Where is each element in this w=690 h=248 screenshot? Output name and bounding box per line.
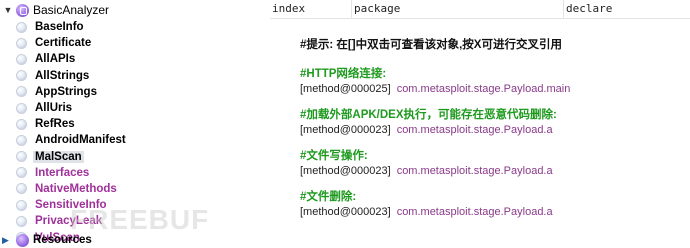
class-link[interactable]: com.metasploit.stage.Payload.a xyxy=(397,206,553,218)
tree-item-baseinfo[interactable]: BaseInfo xyxy=(16,19,128,35)
method-id[interactable]: [method@000023] xyxy=(300,165,391,177)
bullet-icon xyxy=(16,70,27,82)
tree-item-allapis[interactable]: AllAPIs xyxy=(16,51,128,67)
bullet-icon xyxy=(16,86,27,98)
tree-item-refres[interactable]: RefRes xyxy=(16,116,128,132)
bullet-icon xyxy=(16,215,27,227)
bullet-icon xyxy=(16,102,27,114)
class-link[interactable]: com.metasploit.stage.Payload.main xyxy=(397,83,571,95)
table-header: index package declare xyxy=(270,0,690,19)
tree-item-appstrings[interactable]: AppStrings xyxy=(16,84,128,100)
analyzer-icon xyxy=(16,3,29,17)
result-section: #文件删除: [method@000023] com.metasploit.stag… xyxy=(300,190,570,220)
tree-node-label: Resources xyxy=(33,234,92,246)
result-sections: #HTTP网络连接: [method@000025] com.metasploit.… xyxy=(300,67,570,220)
bullet-icon xyxy=(16,167,27,179)
tree-item-label: RefRes xyxy=(35,118,75,131)
tree-item-alluris[interactable]: AllUris xyxy=(16,100,128,116)
column-header-index[interactable]: index xyxy=(270,0,352,18)
method-id[interactable]: [method@000025] xyxy=(300,83,391,95)
bullet-icon xyxy=(16,134,27,146)
class-link[interactable]: com.metasploit.stage.Payload.a xyxy=(397,124,553,136)
section-title: #加载外部APK/DEX执行，可能存在恶意代码删除: xyxy=(300,109,557,121)
tree-item-allstrings[interactable]: AllStrings xyxy=(16,68,128,84)
tree-root-label: BasicAnalyzer xyxy=(33,3,110,17)
tree-item-label: Certificate xyxy=(35,37,92,50)
analyzer-tree: ▼ BasicAnalyzer BaseInfo Certificate AllAP… xyxy=(0,0,270,248)
tree-item-label: NativeMethods xyxy=(35,182,117,195)
bullet-icon xyxy=(16,53,27,65)
result-section: #文件写操作: [method@000023] com.metasploit.sta… xyxy=(300,149,570,179)
method-reference: [method@000025] com.metasploit.stage.Payl… xyxy=(300,82,570,97)
malscan-result: #提示: 在[]中双击可查看该对象,按X可进行交叉引用 #HTTP网络连接: [m… xyxy=(300,36,570,231)
result-section: #加载外部APK/DEX执行，可能存在恶意代码删除: [method@000023… xyxy=(300,108,570,138)
tree-item-malscan[interactable]: MalScan xyxy=(16,149,128,165)
method-reference: [method@000023] com.metasploit.stage.Payl… xyxy=(300,164,570,179)
tree-item-label: AndroidManifest xyxy=(35,134,126,147)
tree-item-certificate[interactable]: Certificate xyxy=(16,35,128,51)
section-title: #HTTP网络连接: xyxy=(300,68,387,80)
tree-item-nativemethods[interactable]: NativeMethods xyxy=(16,181,128,197)
column-header-package[interactable]: package xyxy=(352,0,564,18)
tree-item-label: Interfaces xyxy=(35,166,90,179)
tree-item-label: AllUris xyxy=(35,102,73,115)
method-reference: [method@000023] com.metasploit.stage.Payl… xyxy=(300,123,570,138)
tree-item-label: AppStrings xyxy=(35,85,97,98)
bullet-icon xyxy=(16,37,27,49)
column-header-declare[interactable]: declare xyxy=(564,0,690,18)
tree-item-label: MalScan xyxy=(33,150,84,163)
tree-item-androidmanifest[interactable]: AndroidManifest xyxy=(16,132,128,148)
tree-item-label: AllAPIs xyxy=(35,53,76,66)
class-link[interactable]: com.metasploit.stage.Payload.a xyxy=(397,165,553,177)
bullet-icon xyxy=(16,118,27,130)
section-title: #文件删除: xyxy=(300,191,357,203)
collapse-arrow-icon[interactable]: ▼ xyxy=(2,4,14,16)
tree-item-label: AllStrings xyxy=(35,69,90,82)
tree-item-label: BaseInfo xyxy=(35,21,84,34)
tree-root-basicanalyzer[interactable]: ▼ BasicAnalyzer xyxy=(2,1,110,19)
method-id[interactable]: [method@000023] xyxy=(300,206,391,218)
tree-node-resources[interactable]: ▶ Resources xyxy=(2,232,92,248)
expand-arrow-icon[interactable]: ▶ xyxy=(2,235,14,246)
tree-item-interfaces[interactable]: Interfaces xyxy=(16,165,128,181)
resources-icon xyxy=(16,233,29,247)
bullet-icon xyxy=(16,21,27,33)
hint-text: #提示: 在[]中双击可查看该对象,按X可进行交叉引用 xyxy=(300,39,562,51)
bullet-icon xyxy=(16,151,27,163)
method-reference: [method@000023] com.metasploit.stage.Payl… xyxy=(300,205,570,220)
bullet-icon xyxy=(16,183,27,195)
section-title: #文件写操作: xyxy=(300,150,368,162)
result-section: #HTTP网络连接: [method@000025] com.metasploit.… xyxy=(300,67,570,97)
bullet-icon xyxy=(16,199,27,211)
method-id[interactable]: [method@000023] xyxy=(300,124,391,136)
